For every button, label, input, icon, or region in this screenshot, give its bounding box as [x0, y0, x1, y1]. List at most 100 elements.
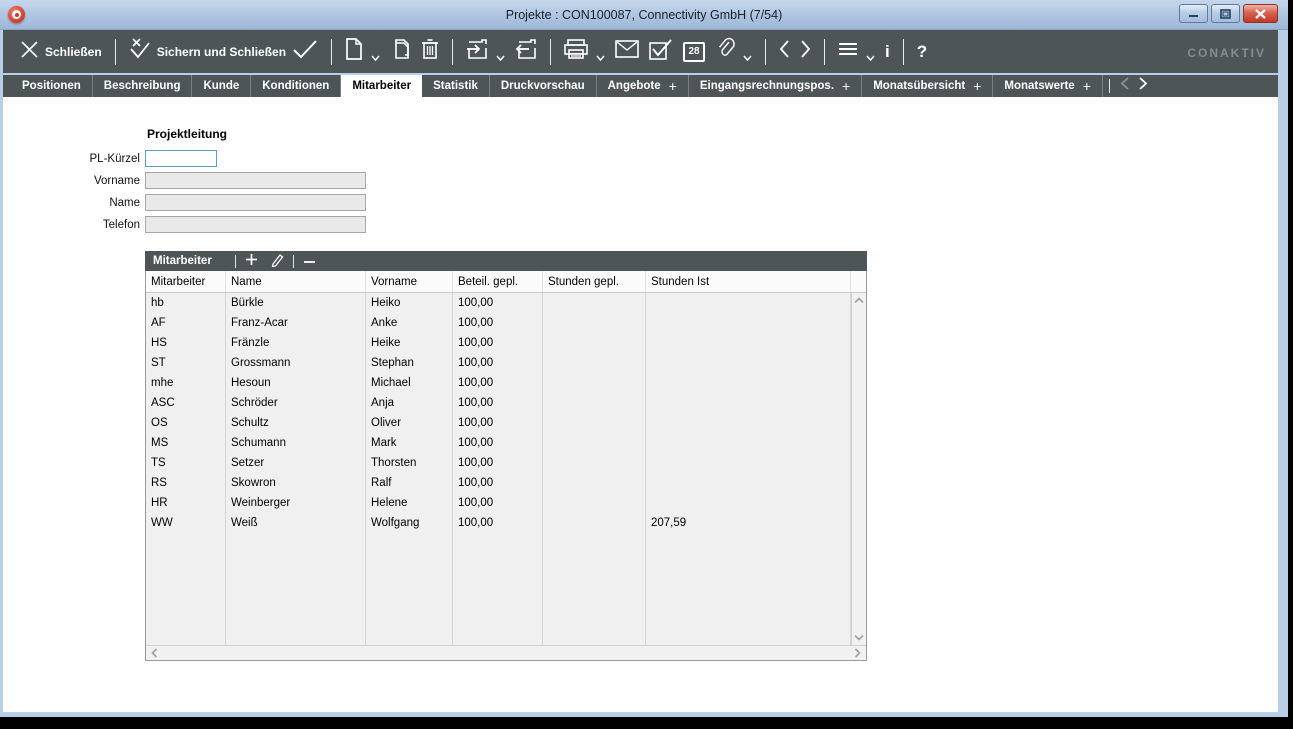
- next-record-button[interactable]: [800, 40, 811, 63]
- table-cell-r0-stunden-gepl[interactable]: [543, 293, 646, 313]
- table-cell-r4-vorname[interactable]: Michael: [366, 373, 453, 393]
- help-button[interactable]: ?: [917, 43, 927, 60]
- window-titlebar[interactable]: Projekte : CON100087, Connectivity GmbH …: [0, 0, 1288, 30]
- print-button[interactable]: [564, 38, 605, 66]
- chevron-down-icon[interactable]: [866, 48, 875, 66]
- table-cell-r8-mitarbeiter[interactable]: TS: [146, 453, 226, 473]
- delete-record-button[interactable]: [421, 38, 439, 65]
- table-cell-r2-vorname[interactable]: Heike: [366, 333, 453, 353]
- table-cell-r1-beteil-gepl[interactable]: 100,00: [453, 313, 543, 333]
- table-cell-r7-vorname[interactable]: Mark: [366, 433, 453, 453]
- horizontal-scrollbar[interactable]: [146, 645, 866, 660]
- table-cell-r2-name[interactable]: Fränzle: [226, 333, 366, 353]
- close-button[interactable]: Schließen: [20, 40, 102, 64]
- scroll-up-icon[interactable]: [854, 297, 864, 304]
- table-cell-r9-stunden-ist[interactable]: [646, 473, 851, 493]
- table-cell-r2-mitarbeiter[interactable]: HS: [146, 333, 226, 353]
- table-cell-r10-name[interactable]: Weinberger: [226, 493, 366, 513]
- task-button[interactable]: [649, 39, 673, 65]
- tab-monatswerte[interactable]: Monatswerte+: [993, 75, 1102, 97]
- table-cell-r6-stunden-gepl[interactable]: [543, 413, 646, 433]
- table-cell-r2-stunden-ist[interactable]: [646, 333, 851, 353]
- chevron-down-icon[interactable]: [743, 48, 752, 66]
- add-row-button[interactable]: [245, 253, 258, 269]
- remove-row-button[interactable]: [303, 255, 316, 267]
- column-header-stunden-ist[interactable]: Stunden Ist: [646, 271, 851, 292]
- table-cell-r9-beteil-gepl[interactable]: 100,00: [453, 473, 543, 493]
- table-cell-r6-beteil-gepl[interactable]: 100,00: [453, 413, 543, 433]
- table-cell-r6-name[interactable]: Schultz: [226, 413, 366, 433]
- tab-add-icon[interactable]: +: [669, 78, 677, 94]
- table-cell-r4-name[interactable]: Hesoun: [226, 373, 366, 393]
- table-cell-r1-stunden-ist[interactable]: [646, 313, 851, 333]
- export-button[interactable]: [515, 38, 537, 65]
- table-cell-r10-mitarbeiter[interactable]: HR: [146, 493, 226, 513]
- table-cell-r3-vorname[interactable]: Stephan: [366, 353, 453, 373]
- close-window-button[interactable]: [1243, 4, 1278, 23]
- table-cell-r3-name[interactable]: Grossmann: [226, 353, 366, 373]
- tab-druckvorschau[interactable]: Druckvorschau: [490, 75, 597, 97]
- table-cell-r5-mitarbeiter[interactable]: ASC: [146, 393, 226, 413]
- table-cell-r9-mitarbeiter[interactable]: RS: [146, 473, 226, 493]
- table-cell-r1-name[interactable]: Franz-Acar: [226, 313, 366, 333]
- table-cell-r10-stunden-ist[interactable]: [646, 493, 851, 513]
- tab-konditionen[interactable]: Konditionen: [251, 75, 341, 97]
- table-cell-r10-beteil-gepl[interactable]: 100,00: [453, 493, 543, 513]
- table-cell-r4-beteil-gepl[interactable]: 100,00: [453, 373, 543, 393]
- table-cell-r6-mitarbeiter[interactable]: OS: [146, 413, 226, 433]
- table-cell-r5-vorname[interactable]: Anja: [366, 393, 453, 413]
- tab-scroll-right-icon[interactable]: [1139, 77, 1148, 95]
- table-cell-r5-beteil-gepl[interactable]: 100,00: [453, 393, 543, 413]
- calendar-button[interactable]: 28: [683, 42, 705, 62]
- table-cell-r0-stunden-ist[interactable]: [646, 293, 851, 313]
- scroll-right-icon[interactable]: [854, 648, 861, 658]
- tab-angebote[interactable]: Angebote+: [597, 75, 689, 97]
- vertical-scrollbar[interactable]: [851, 293, 866, 645]
- table-cell-r11-stunden-gepl[interactable]: [543, 513, 646, 533]
- table-cell-r5-stunden-gepl[interactable]: [543, 393, 646, 413]
- table-cell-r9-stunden-gepl[interactable]: [543, 473, 646, 493]
- table-cell-r9-vorname[interactable]: Ralf: [366, 473, 453, 493]
- table-cell-r8-stunden-gepl[interactable]: [543, 453, 646, 473]
- attachment-button[interactable]: [715, 37, 752, 66]
- table-cell-r5-name[interactable]: Schröder: [226, 393, 366, 413]
- pl-kurzel-input[interactable]: [145, 150, 217, 167]
- scroll-left-icon[interactable]: [151, 648, 158, 658]
- column-header-vorname[interactable]: Vorname: [366, 271, 453, 292]
- table-cell-r4-stunden-ist[interactable]: [646, 373, 851, 393]
- table-cell-r10-stunden-gepl[interactable]: [543, 493, 646, 513]
- maximize-button[interactable]: [1211, 4, 1240, 23]
- tab-beschreibung[interactable]: Beschreibung: [93, 75, 193, 97]
- save-and-close-button[interactable]: Sichern und Schließen: [129, 37, 318, 66]
- tab-add-icon[interactable]: +: [1083, 78, 1091, 94]
- table-cell-r11-beteil-gepl[interactable]: 100,00: [453, 513, 543, 533]
- table-cell-r11-vorname[interactable]: Wolfgang: [366, 513, 453, 533]
- table-cell-r1-vorname[interactable]: Anke: [366, 313, 453, 333]
- table-cell-r2-beteil-gepl[interactable]: 100,00: [453, 333, 543, 353]
- table-cell-r5-stunden-ist[interactable]: [646, 393, 851, 413]
- table-cell-r7-beteil-gepl[interactable]: 100,00: [453, 433, 543, 453]
- table-cell-r11-stunden-ist[interactable]: 207,59: [646, 513, 851, 533]
- table-cell-r9-name[interactable]: Skowron: [226, 473, 366, 493]
- table-cell-r11-name[interactable]: Weiß: [226, 513, 366, 533]
- tab-statistik[interactable]: Statistik: [422, 75, 490, 97]
- table-cell-r7-mitarbeiter[interactable]: MS: [146, 433, 226, 453]
- table-cell-r7-name[interactable]: Schumann: [226, 433, 366, 453]
- table-cell-r0-mitarbeiter[interactable]: hb: [146, 293, 226, 313]
- edit-row-button[interactable]: [270, 253, 284, 270]
- table-cell-r3-beteil-gepl[interactable]: 100,00: [453, 353, 543, 373]
- tab-monatsubersicht[interactable]: Monatsübersicht+: [862, 75, 993, 97]
- chevron-down-icon[interactable]: [371, 48, 380, 66]
- chevron-down-icon[interactable]: [496, 48, 505, 66]
- table-cell-r0-name[interactable]: Bürkle: [226, 293, 366, 313]
- chevron-down-icon[interactable]: [596, 48, 605, 66]
- tab-eingangsrechnungspos[interactable]: Eingangsrechnungspos.+: [689, 75, 862, 97]
- table-cell-r1-mitarbeiter[interactable]: AF: [146, 313, 226, 333]
- table-cell-r10-vorname[interactable]: Helene: [366, 493, 453, 513]
- mail-button[interactable]: [615, 40, 639, 63]
- menu-button[interactable]: [838, 38, 875, 66]
- scroll-down-icon[interactable]: [854, 634, 864, 641]
- table-cell-r8-beteil-gepl[interactable]: 100,00: [453, 453, 543, 473]
- minimize-button[interactable]: [1179, 4, 1208, 23]
- tab-positionen[interactable]: Positionen: [11, 75, 93, 97]
